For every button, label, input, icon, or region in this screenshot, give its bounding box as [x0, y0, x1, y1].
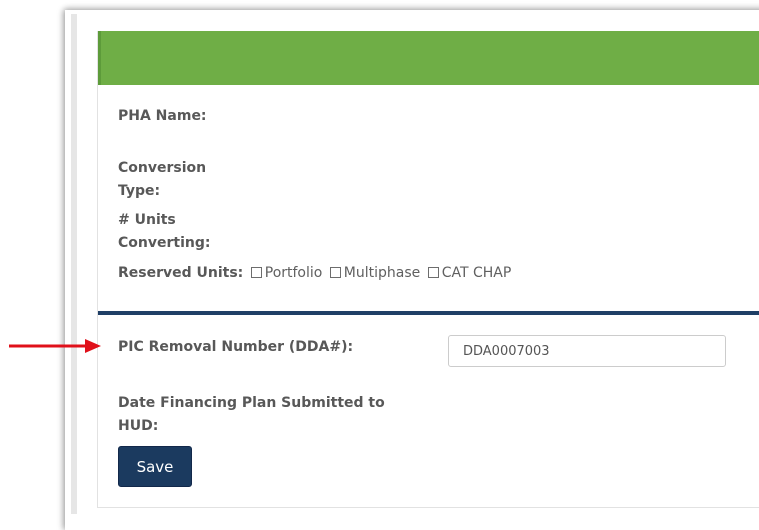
reserved-units-label: Reserved Units:	[118, 265, 244, 281]
save-button[interactable]: Save	[118, 446, 192, 487]
cat-chap-checkbox[interactable]	[427, 267, 439, 278]
section-divider	[98, 311, 759, 315]
cat-chap-option-label: CAT CHAP	[441, 265, 512, 281]
pha-name-label: PHA Name:	[118, 108, 207, 124]
conversion-type-label: Conversion Type:	[118, 157, 206, 203]
red-arrow-icon	[9, 339, 101, 353]
units-converting-label-line1: # Units	[118, 212, 176, 228]
pic-removal-label: PIC Removal Number (DDA#):	[118, 339, 354, 355]
pic-removal-number-input[interactable]	[448, 335, 726, 367]
panel-header-bar	[98, 31, 759, 85]
conversion-form-panel: PHA Name: Conversion Type: # Units Conve…	[97, 31, 759, 508]
multiphase-option-label: Multiphase	[343, 265, 421, 281]
multiphase-checkbox[interactable]	[329, 267, 341, 278]
portfolio-checkbox[interactable]	[250, 267, 262, 278]
date-financing-label: Date Financing Plan Submitted to HUD:	[118, 392, 385, 438]
conversion-type-label-line2: Type:	[118, 183, 161, 199]
units-converting-label-line2: Converting:	[118, 235, 211, 251]
reserved-units-row: Reserved Units: Portfolio Multiphase CAT…	[118, 262, 511, 285]
date-financing-label-line2: HUD:	[118, 418, 159, 434]
date-financing-label-line1: Date Financing Plan Submitted to	[118, 395, 385, 411]
units-converting-label: # Units Converting:	[118, 209, 210, 255]
portfolio-option-label: Portfolio	[264, 265, 323, 281]
page-gutter	[71, 14, 77, 514]
conversion-type-label-line1: Conversion	[118, 160, 207, 176]
